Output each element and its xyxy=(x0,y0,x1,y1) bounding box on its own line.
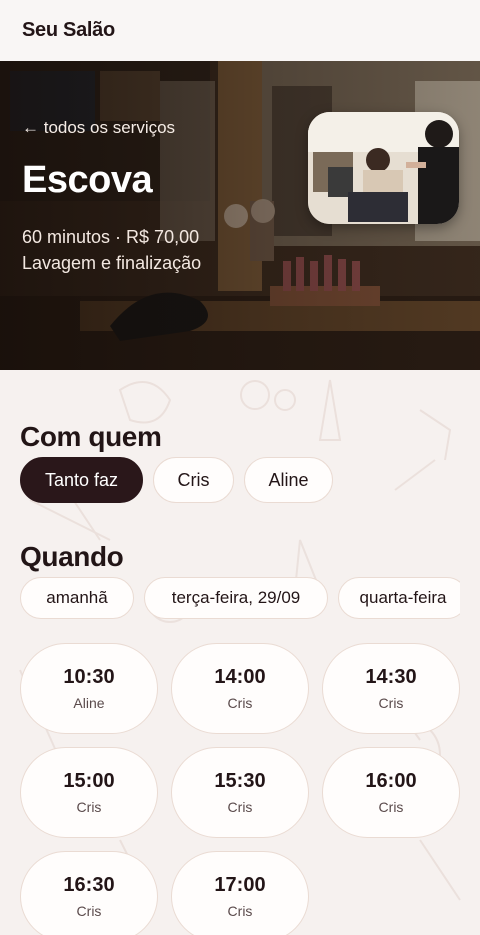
date-chip-amanha[interactable]: amanhã xyxy=(20,577,134,619)
slot-professional: Cris xyxy=(227,695,253,711)
slot-professional: Cris xyxy=(378,695,404,711)
back-to-services-link[interactable]: ← todos os serviços xyxy=(22,118,175,138)
service-description: Lavagem e finalização xyxy=(22,253,202,273)
date-chips: amanhã terça-feira, 29/09 quarta-feira xyxy=(20,577,460,619)
time-slot-grid: 10:30 Aline 14:00 Cris 14:30 Cris 15:00 … xyxy=(20,643,460,935)
slot-time: 16:00 xyxy=(365,770,417,792)
time-slot[interactable]: 10:30 Aline xyxy=(20,643,158,734)
slot-professional: Aline xyxy=(73,695,105,711)
time-slot[interactable]: 16:30 Cris xyxy=(20,851,158,935)
date-chip-quarta[interactable]: quarta-feira xyxy=(338,577,460,619)
service-meta: 60 minutos · R$ 70,00 Lavagem e finaliza… xyxy=(22,224,201,276)
service-photo-thumbnail xyxy=(308,112,459,224)
slot-time: 15:30 xyxy=(214,770,266,792)
service-title: Escova xyxy=(22,159,153,201)
slot-time: 15:00 xyxy=(63,770,115,792)
professional-chip-tanto-faz[interactable]: Tanto faz xyxy=(20,457,143,503)
slot-time: 14:00 xyxy=(214,666,266,688)
professional-chip-aline[interactable]: Aline xyxy=(244,457,333,503)
professional-chips: Tanto faz Cris Aline xyxy=(20,457,460,503)
time-slot[interactable]: 14:30 Cris xyxy=(322,643,460,734)
slot-time: 16:30 xyxy=(63,874,115,896)
time-slot[interactable]: 15:30 Cris xyxy=(171,747,309,838)
service-hero: ← todos os serviços Escova 60 minutos · … xyxy=(0,61,480,370)
booking-content: Com quem Tanto faz Cris Aline Quando ama… xyxy=(0,421,480,935)
date-chip-terca[interactable]: terça-feira, 29/09 xyxy=(144,577,328,619)
slot-professional: Cris xyxy=(378,799,404,815)
slot-professional: Cris xyxy=(76,903,102,919)
brand-logo-text[interactable]: Seu Salão xyxy=(22,19,115,42)
professional-chip-cris[interactable]: Cris xyxy=(153,457,234,503)
slot-time: 10:30 xyxy=(63,666,115,688)
service-duration-price: 60 minutos · R$ 70,00 xyxy=(22,227,200,247)
time-slot[interactable]: 15:00 Cris xyxy=(20,747,158,838)
back-link-label: ← todos os serviços xyxy=(22,118,176,137)
slot-time: 14:30 xyxy=(365,666,417,688)
time-slot[interactable]: 17:00 Cris xyxy=(171,851,309,935)
slot-professional: Cris xyxy=(227,903,253,919)
top-bar: Seu Salão xyxy=(0,0,480,61)
time-slot[interactable]: 14:00 Cris xyxy=(171,643,309,734)
who-section-title: Com quem xyxy=(20,421,162,452)
time-slot[interactable]: 16:00 Cris xyxy=(322,747,460,838)
when-section-title: Quando xyxy=(20,541,124,572)
slot-professional: Cris xyxy=(227,799,253,815)
slot-time: 17:00 xyxy=(214,874,266,896)
stylist-photo xyxy=(308,112,459,224)
slot-professional: Cris xyxy=(76,799,102,815)
